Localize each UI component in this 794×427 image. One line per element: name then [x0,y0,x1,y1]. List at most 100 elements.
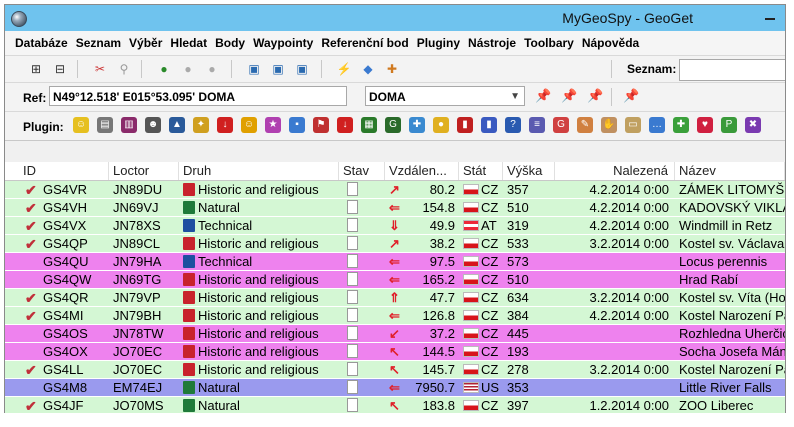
menu-hledat[interactable]: Hledat [166,36,211,50]
menu-databaze[interactable]: Databáze [11,36,72,50]
plugin-list-icon[interactable]: ≡ [529,117,545,133]
menu-waypointy[interactable]: Waypointy [249,36,317,50]
table-row[interactable]: GS4QU JN79HA Technical ⇐ 97.5 CZ 573 Locus pere… [5,253,785,271]
col-altitude[interactable]: Výška [503,162,555,180]
plugin-comment-icon[interactable]: ✚ [673,117,689,133]
menu-nastroje[interactable]: Nástroje [464,36,520,50]
menu-seznam[interactable]: Seznam [72,36,125,50]
plugin-vehicle-icon[interactable]: ▤ [97,117,113,133]
plugin-help-icon[interactable]: ? [505,117,521,133]
expand-icon[interactable]: ⊞ [27,60,45,78]
ref-coordinates-field[interactable]: N49°12.518' E015°53.095' DOMA [49,86,347,106]
menu-napoveda[interactable]: Nápověda [578,36,643,50]
cell-id[interactable]: ✔ GS4QP [5,235,109,252]
plugin-smiley-icon[interactable]: ☺ [73,117,89,133]
natural-icon [183,399,195,412]
app-icon[interactable] [11,11,27,27]
plugin-chart-icon[interactable]: ▮ [457,117,473,133]
pin-settings-icon[interactable]: 📌 [623,89,639,103]
plugin-mountain-icon[interactable]: ▲ [169,117,185,133]
cell-id[interactable]: GS4OX [5,343,109,360]
plugins-icon[interactable]: ✚ [383,60,401,78]
cell-druh: Historic and religious [179,235,339,252]
remove-filter-icon[interactable]: ✂ [91,60,109,78]
window-icon[interactable]: ▣ [293,60,311,78]
table-row[interactable]: ✔ GS4QP JN89CL Historic and religious ↗ 38.2 C… [5,235,785,253]
plugin-star-icon[interactable]: ✦ [193,117,209,133]
plugin-down-icon[interactable]: ↓ [337,117,353,133]
cell-name: Windmill in Retz [675,217,785,234]
table-row[interactable]: ✔ GS4VR JN89DU Historic and religious ↗ 80.2 C… [5,181,785,199]
cell-id[interactable]: ✔ GS4QR [5,289,109,306]
col-distance[interactable]: Vzdálen... [385,162,459,180]
plugin-table-icon[interactable]: ▦ [361,117,377,133]
cell-id[interactable]: ✔ GS4VR [5,181,109,198]
menu-vyber[interactable]: Výběr [125,36,166,50]
col-stav[interactable]: Stav [339,162,385,180]
col-name[interactable]: Název [675,162,785,180]
table-row[interactable]: ✔ GS4MI JN79BH Historic and religious ⇐ 126.8… [5,307,785,325]
table-row[interactable]: ✔ GS4VX JN78XS Technical ⇓ 49.9 AT 319 4.2.2014 … [5,217,785,235]
collapse-icon[interactable]: ⊟ [51,60,69,78]
add-waypoint-icon[interactable]: ● [155,60,173,78]
cell-id[interactable]: ✔ GS4MI [5,307,109,324]
cell-id[interactable]: GS4OS [5,325,109,342]
plugin-edit-icon[interactable]: ✎ [577,117,593,133]
col-loctor[interactable]: Loctor [109,162,179,180]
table-row[interactable]: ✔ GS4QR JN79VP Historic and religious ⇑ 47.7 C… [5,289,785,307]
col-druh[interactable]: Druh [179,162,339,180]
cell-id[interactable]: ✔ GS4JF [5,397,109,414]
plugin-tag-icon[interactable]: ▪ [289,117,305,133]
table-row[interactable]: ✔ GS4VH JN69VJ Natural ⇐ 154.8 CZ 510 4.2.2014 0… [5,199,785,217]
plugin-flag-icon[interactable]: ⚑ [313,117,329,133]
plugin-hand-icon[interactable]: ✋ [601,117,617,133]
cell-id[interactable]: ✔ GS4VX [5,217,109,234]
search-icon[interactable]: ⚲ [115,60,133,78]
menu-pluginy[interactable]: Pluginy [413,36,464,50]
plugin-paper-roll-icon[interactable]: ▭ [625,117,641,133]
cell-id[interactable]: GS4QW [5,271,109,288]
plugin-chat-icon[interactable]: … [649,117,665,133]
list-select[interactable] [679,59,785,81]
heart-icon[interactable]: ♥ [697,117,713,133]
cell-id[interactable]: GS4M8 [5,379,109,396]
menu-body[interactable]: Body [211,36,249,50]
pin-remove-icon[interactable]: 📌 [587,89,603,103]
menu-referencni-bod[interactable]: Referenční bod [317,36,412,50]
plugin-geokit-icon[interactable]: G [385,117,401,133]
plugin-down-arrow-icon[interactable]: ↓ [217,117,233,133]
plugin-puzzle-icon[interactable]: ✚ [409,117,425,133]
menu-toolbary[interactable]: Toolbary [520,36,578,50]
plugin-stats-icon[interactable]: ▮ [481,117,497,133]
table-row[interactable]: GS4QW JN69TG Historic and religious ⇐ 165.2 C… [5,271,785,289]
plugin-medal-icon[interactable]: ● [433,117,449,133]
plugin-face-icon[interactable]: ☻ [145,117,161,133]
col-country[interactable]: Stát [459,162,503,180]
import-icon[interactable]: ▣ [245,60,263,78]
table-row[interactable]: GS4OX JO70EC Historic and religious ↖ 144.5 C… [5,343,785,361]
ref-point-select[interactable]: DOMA ▼ [365,86,525,106]
plugin-gpx-icon[interactable]: G [553,117,569,133]
toolbar-separator [611,60,612,78]
plugin-tool-icon[interactable]: ✖ [745,117,761,133]
col-id[interactable]: ID [5,162,109,180]
export-icon[interactable]: ▣ [269,60,287,78]
table-row[interactable]: GS4OS JN78TW Historic and religious ↙ 37.2 CZ… [5,325,785,343]
cell-id[interactable]: ✔ GS4VH [5,199,109,216]
plugin-stars-icon[interactable]: ★ [265,117,281,133]
pin-add-icon[interactable]: 📌 [561,89,577,103]
cell-id[interactable]: ✔ GS4LL [5,361,109,378]
edit-waypoint-icon[interactable]: ● [179,60,197,78]
pin-icon[interactable]: 📌 [535,89,551,103]
plugin-poi-icon[interactable]: P [721,117,737,133]
puzzle-icon[interactable]: ◆ [359,60,377,78]
table-row[interactable]: GS4M8 EM74EJ Natural ⇐ 7950.7 US 353 Little Riv… [5,379,785,397]
plugin-paper-icon[interactable]: ▥ [121,117,137,133]
cell-id[interactable]: GS4QU [5,253,109,270]
lightning-icon[interactable]: ⚡ [335,60,353,78]
minimize-icon[interactable] [761,9,779,25]
table-row[interactable]: ✔ GS4LL JO70EC Historic and religious ↖ 145.7… [5,361,785,379]
plugin-emoji-icon[interactable]: ☺ [241,117,257,133]
delete-waypoint-icon[interactable]: ● [203,60,221,78]
col-found-date[interactable]: Nalezená [555,162,675,180]
